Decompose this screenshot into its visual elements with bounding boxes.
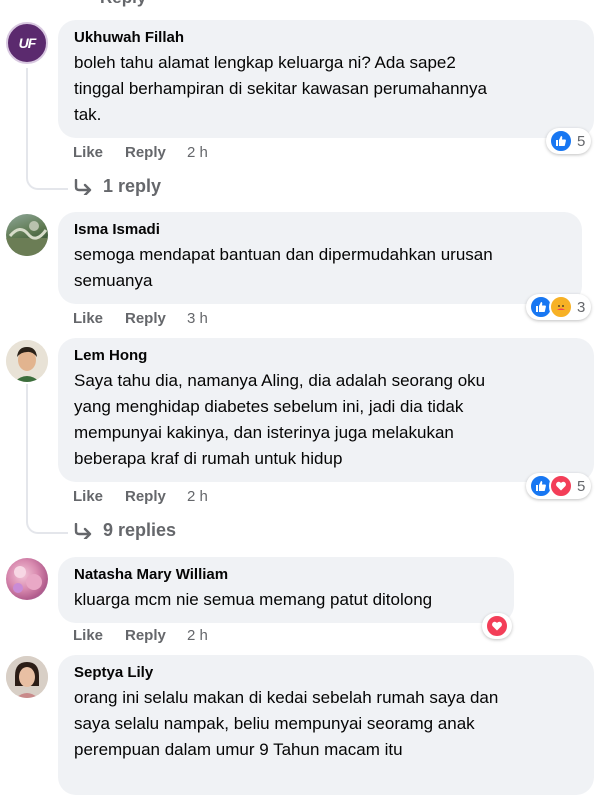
comment-line: orang ini selalu makan di kedai sebelah …: [74, 688, 499, 707]
reply-button[interactable]: Reply: [125, 627, 187, 644]
comment-timestamp[interactable]: 2 h: [187, 144, 208, 161]
comment-actions: Like Reply 2 h: [73, 627, 208, 644]
comment-text: Saya tahu dia, namanya Aling, dia adalah…: [74, 368, 580, 472]
reply-button[interactable]: Reply: [125, 310, 187, 327]
comment-actions: Like Reply 2 h: [73, 488, 208, 505]
comment-line: tak.: [74, 105, 102, 124]
replies-count-label: 1 reply: [103, 176, 162, 196]
avatar-initials: UF: [18, 35, 37, 51]
avatar[interactable]: [6, 214, 48, 256]
like-button[interactable]: Like: [73, 144, 125, 161]
comment-bubble: Lem Hong Saya tahu dia, namanya Aling, d…: [58, 338, 594, 482]
comment-author[interactable]: Isma Ismadi: [74, 220, 568, 240]
like-button[interactable]: Like: [73, 627, 125, 644]
love-reaction-icon: [549, 474, 573, 498]
comment-text: boleh tahu alamat lengkap keluarga ni? A…: [74, 50, 580, 128]
comment-line: boleh tahu alamat lengkap keluarga ni? A…: [74, 53, 456, 72]
replies-count-label: 9 replies: [103, 520, 177, 540]
comment-bubble: Natasha Mary William kluarga mcm nie sem…: [58, 557, 514, 623]
reply-arrow-icon: [74, 522, 92, 539]
comment-text: orang ini selalu makan di kedai sebelah …: [74, 685, 580, 763]
reaction-count: 3: [577, 298, 586, 316]
reply-button[interactable]: Reply: [125, 488, 187, 505]
comment-line: semuanya: [74, 271, 153, 290]
comment-line: perempuan dalam umur 9 Tahun macam itu: [74, 740, 403, 759]
comment-line: semoga mendapat bantuan dan dipermudahka…: [74, 245, 493, 264]
care-reaction-icon: [549, 295, 573, 319]
comment-line: beberapa kraf di rumah untuk hidup: [74, 449, 343, 468]
comment-text: kluarga mcm nie semua memang patut ditol…: [74, 587, 500, 613]
avatar[interactable]: [6, 558, 48, 600]
avatar[interactable]: [6, 656, 48, 698]
comment-actions: Like Reply 3 h: [73, 310, 208, 327]
comment-bubble: Ukhuwah Fillah boleh tahu alamat lengkap…: [58, 20, 594, 138]
comment-line: tinggal berhampiran di sekitar kawasan p…: [74, 79, 487, 98]
comment-bubble: Isma Ismadi semoga mendapat bantuan dan …: [58, 212, 582, 304]
comment-line: Saya tahu dia, namanya Aling, dia adalah…: [74, 371, 486, 390]
previous-reply-link[interactable]: Reply: [100, 0, 146, 8]
like-reaction-icon: [549, 129, 573, 153]
comment-author[interactable]: Natasha Mary William: [74, 565, 500, 585]
reply-button[interactable]: Reply: [125, 144, 187, 161]
avatar-photo: [6, 340, 48, 382]
comment-line: mempunyai kakinya, dan isterinya juga me…: [74, 423, 454, 442]
comment-author[interactable]: Ukhuwah Fillah: [74, 28, 580, 48]
reaction-summary[interactable]: 3: [526, 294, 592, 320]
comment-line: yang menghidap diabetes sebelum ini, jad…: [74, 397, 464, 416]
avatar-photo: [6, 221, 48, 256]
comment-author[interactable]: Septya Lily: [74, 663, 580, 683]
avatar[interactable]: UF: [6, 22, 48, 64]
reaction-summary[interactable]: 5: [526, 473, 592, 499]
reaction-count: 5: [577, 477, 586, 495]
comment-text: semoga mendapat bantuan dan dipermudahka…: [74, 242, 568, 294]
comment-timestamp[interactable]: 2 h: [187, 488, 208, 505]
reply-arrow-icon: [74, 178, 92, 195]
comment-bubble: Septya Lily orang ini selalu makan di ke…: [58, 655, 594, 795]
like-button[interactable]: Like: [73, 310, 125, 327]
like-button[interactable]: Like: [73, 488, 125, 505]
love-reaction-icon: [485, 614, 509, 638]
view-replies-link[interactable]: 1 reply: [73, 176, 161, 197]
comment-author[interactable]: Lem Hong: [74, 346, 580, 366]
reaction-summary[interactable]: 5: [546, 128, 592, 154]
avatar-photo: [6, 656, 48, 698]
comment-line: kluarga mcm nie semua memang patut ditol…: [74, 590, 433, 609]
reaction-count: 5: [577, 132, 586, 150]
comment-timestamp[interactable]: 2 h: [187, 627, 208, 644]
avatar[interactable]: [6, 340, 48, 382]
avatar-photo: [13, 566, 42, 593]
reaction-summary[interactable]: [482, 613, 512, 639]
comment-line: saya selalu nampak, beliu mempunyai seor…: [74, 714, 475, 733]
comment-timestamp[interactable]: 3 h: [187, 310, 208, 327]
comment-actions: Like Reply 2 h: [73, 144, 208, 161]
view-replies-link[interactable]: 9 replies: [73, 520, 176, 541]
